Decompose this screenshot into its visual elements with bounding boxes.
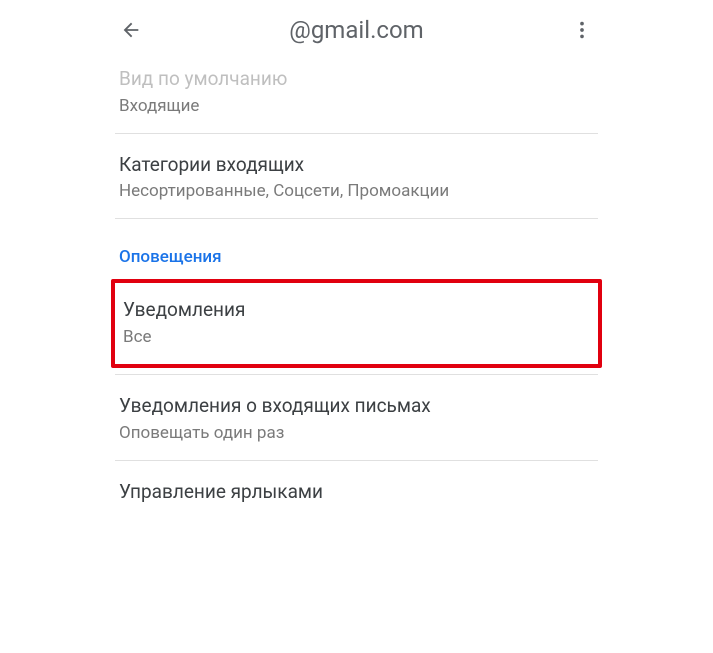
setting-title: Уведомления о входящих письмах bbox=[119, 393, 594, 419]
more-vert-icon[interactable] bbox=[570, 18, 594, 42]
setting-inbox-categories[interactable]: Категории входящих Несортированные, Соцс… bbox=[115, 134, 598, 220]
setting-manage-labels[interactable]: Управление ярлыками bbox=[115, 461, 598, 521]
page-title: @gmail.com bbox=[289, 16, 423, 44]
setting-subtitle: Все bbox=[123, 326, 590, 348]
header-bar: @gmail.com bbox=[115, 0, 598, 60]
setting-subtitle: Оповещать один раз bbox=[119, 422, 594, 444]
back-arrow-icon[interactable] bbox=[119, 18, 143, 42]
setting-default-view[interactable]: Вид по умолчанию Входящие bbox=[115, 60, 598, 134]
setting-title: Управление ярлыками bbox=[119, 479, 594, 505]
setting-subtitle: Несортированные, Соцсети, Промоакции bbox=[119, 180, 594, 202]
section-header-notifications: Оповещения bbox=[115, 219, 598, 275]
setting-title: Категории входящих bbox=[119, 152, 594, 178]
setting-title: Вид по умолчанию bbox=[119, 66, 594, 92]
setting-title: Уведомления bbox=[123, 297, 590, 323]
setting-email-notifications[interactable]: Уведомления о входящих письмах Оповещать… bbox=[115, 374, 598, 461]
setting-notifications-highlighted[interactable]: Уведомления Все bbox=[111, 279, 602, 368]
setting-subtitle: Входящие bbox=[119, 95, 594, 117]
